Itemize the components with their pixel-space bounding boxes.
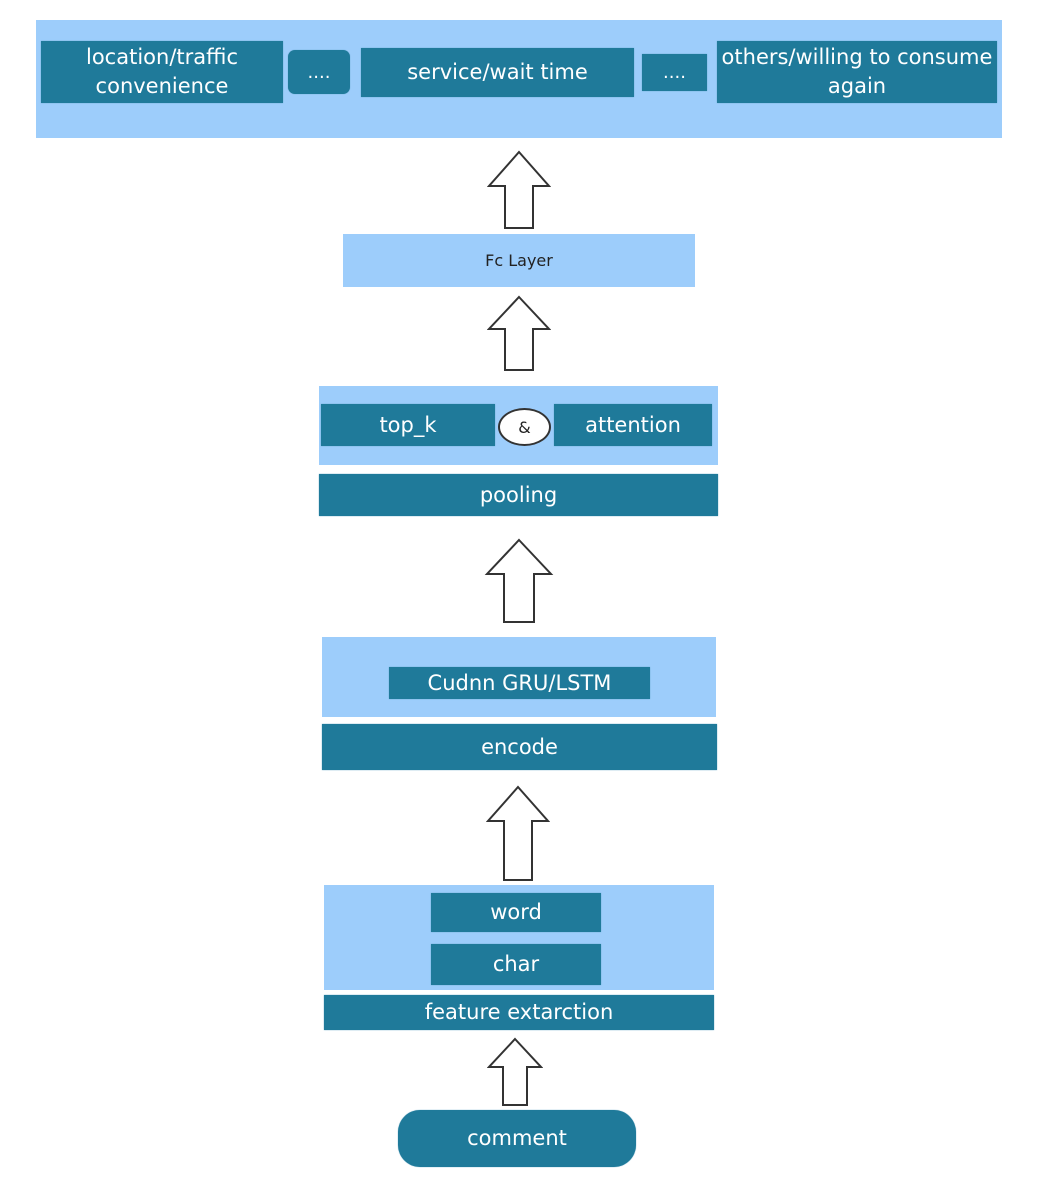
up-arrow-icon bbox=[487, 1037, 543, 1106]
up-arrow-icon bbox=[487, 150, 551, 229]
feature-extraction-box: feature extarction bbox=[324, 995, 714, 1030]
up-arrow-icon bbox=[486, 785, 550, 881]
comment-input-box: comment bbox=[398, 1110, 636, 1167]
top-k-box: top_k bbox=[321, 404, 495, 446]
up-arrow-icon bbox=[484, 538, 554, 623]
cudnn-gru-lstm-box: Cudnn GRU/LSTM bbox=[389, 667, 650, 699]
char-box: char bbox=[431, 944, 601, 985]
output-ellipsis-2: .... bbox=[642, 54, 707, 91]
word-box: word bbox=[431, 893, 601, 932]
pooling-box: pooling bbox=[319, 474, 718, 516]
output-location-traffic: location/traffic convenience bbox=[41, 41, 283, 103]
encode-box: encode bbox=[322, 724, 717, 770]
fc-layer: Fc Layer bbox=[343, 234, 695, 287]
output-ellipsis-1: .... bbox=[288, 50, 350, 94]
output-service-wait-time: service/wait time bbox=[361, 48, 634, 97]
output-others-willing: others/willing to consume again bbox=[717, 41, 997, 103]
up-arrow-icon bbox=[487, 295, 551, 371]
attention-box: attention bbox=[554, 404, 712, 446]
and-ellipse: & bbox=[498, 408, 551, 446]
